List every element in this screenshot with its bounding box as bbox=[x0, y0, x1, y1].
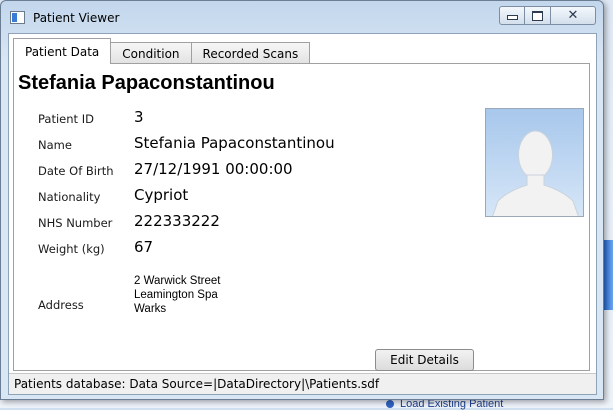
maximize-icon bbox=[532, 10, 543, 21]
app-window-icon bbox=[10, 11, 25, 24]
minimize-button[interactable] bbox=[499, 6, 525, 25]
patient-data-panel: Stefania Papaconstantinou Patient ID 3 N… bbox=[13, 63, 590, 371]
background-accent-strip bbox=[604, 240, 613, 310]
close-button[interactable]: ✕ bbox=[551, 6, 596, 25]
date-of-birth-value: 27/12/1991 00:00:00 bbox=[134, 160, 293, 178]
tab-strip: Patient Data Condition Recorded Scans bbox=[13, 38, 311, 64]
tab-condition[interactable]: Condition bbox=[110, 42, 192, 64]
maximize-button[interactable] bbox=[525, 6, 551, 25]
patient-id-label: Patient ID bbox=[38, 112, 94, 126]
window-client-area: Patient Data Condition Recorded Scans St… bbox=[8, 33, 597, 395]
address-value: 2 Warwick Street Leamington Spa Warks bbox=[134, 274, 220, 316]
address-line-3: Warks bbox=[134, 303, 167, 315]
status-bar: Patients database: Data Source=|DataDire… bbox=[9, 373, 596, 394]
weight-label: Weight (kg) bbox=[38, 242, 105, 256]
person-silhouette-icon bbox=[492, 130, 579, 216]
address-line-2: Leamington Spa bbox=[134, 289, 218, 301]
minimize-icon bbox=[506, 15, 518, 20]
tab-patient-data[interactable]: Patient Data bbox=[13, 38, 112, 64]
window-controls: ✕ bbox=[499, 6, 596, 25]
name-label: Name bbox=[38, 138, 72, 152]
address-label: Address bbox=[38, 298, 84, 312]
nhs-number-label: NHS Number bbox=[38, 216, 113, 230]
title-bar[interactable]: Patient Viewer ✕ bbox=[1, 1, 603, 33]
status-text: Patients database: Data Source=|DataDire… bbox=[14, 377, 380, 391]
close-icon: ✕ bbox=[567, 8, 579, 23]
address-line-1: 2 Warwick Street bbox=[134, 275, 221, 287]
nhs-number-value: 222333222 bbox=[134, 212, 220, 230]
edit-details-button[interactable]: Edit Details bbox=[375, 349, 474, 371]
nationality-value: Cypriot bbox=[134, 186, 189, 204]
bullet-icon bbox=[386, 400, 394, 409]
date-of-birth-label: Date Of Birth bbox=[38, 164, 114, 178]
weight-value: 67 bbox=[134, 238, 154, 256]
nationality-label: Nationality bbox=[38, 190, 101, 204]
patient-viewer-window: Patient Viewer ✕ Patient Data Condition … bbox=[0, 0, 604, 400]
name-value: Stefania Papaconstantinou bbox=[134, 134, 335, 152]
patient-photo bbox=[485, 108, 584, 217]
patient-id-value: 3 bbox=[134, 108, 144, 126]
window-title: Patient Viewer bbox=[33, 11, 120, 25]
patient-name-heading: Stefania Papaconstantinou bbox=[18, 72, 275, 94]
tab-recorded-scans[interactable]: Recorded Scans bbox=[190, 42, 311, 64]
